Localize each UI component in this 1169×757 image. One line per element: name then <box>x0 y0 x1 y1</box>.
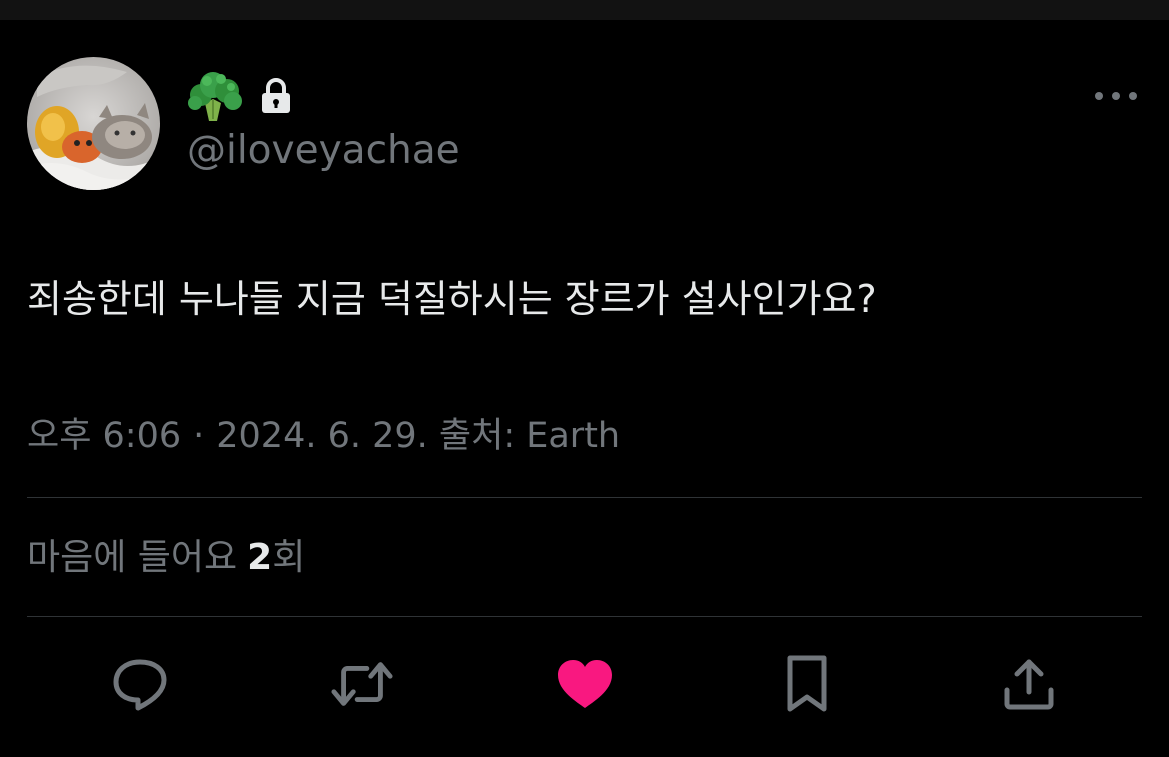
share-icon <box>1004 659 1054 710</box>
meta-separator: · <box>193 416 205 456</box>
divider-bottom <box>27 616 1142 617</box>
tweet-source: 출처: Earth <box>438 416 621 456</box>
heart-icon <box>558 660 612 708</box>
retweet-button[interactable] <box>330 652 394 716</box>
avatar[interactable] <box>27 57 160 190</box>
tweet-meta: 오후 6:06 · 2024. 6. 29. 출처: Earth <box>27 413 620 459</box>
reply-icon <box>113 659 167 711</box>
user-handle[interactable]: @iloveyachae <box>187 126 460 176</box>
avatar-image <box>27 57 160 190</box>
tweet-text: 죄송한데 누나들 지금 덕질하시는 장르가 설사인가요? <box>27 277 877 321</box>
lock-icon <box>262 78 290 113</box>
display-name-row[interactable] <box>187 68 293 124</box>
like-button[interactable] <box>553 652 617 716</box>
more-dots-icon <box>1095 92 1137 100</box>
broccoli-emoji-icon <box>188 72 242 121</box>
more-options-button[interactable] <box>1086 80 1146 112</box>
likes-count: 2 <box>247 537 273 578</box>
likes-stat[interactable]: 마음에 들어요 2회 <box>27 534 305 582</box>
reply-button[interactable] <box>108 652 172 716</box>
bookmark-button[interactable] <box>775 652 839 716</box>
bookmark-icon <box>787 655 827 712</box>
retweet-icon <box>331 662 393 706</box>
tweet-time[interactable]: 오후 6:06 <box>27 416 181 456</box>
divider-top <box>27 497 1142 498</box>
likes-label: 마음에 들어요 <box>27 537 238 578</box>
share-button[interactable] <box>997 652 1061 716</box>
tweet-date[interactable]: 2024. 6. 29. <box>216 416 428 456</box>
likes-unit: 회 <box>272 537 306 578</box>
top-strip <box>0 0 1169 20</box>
